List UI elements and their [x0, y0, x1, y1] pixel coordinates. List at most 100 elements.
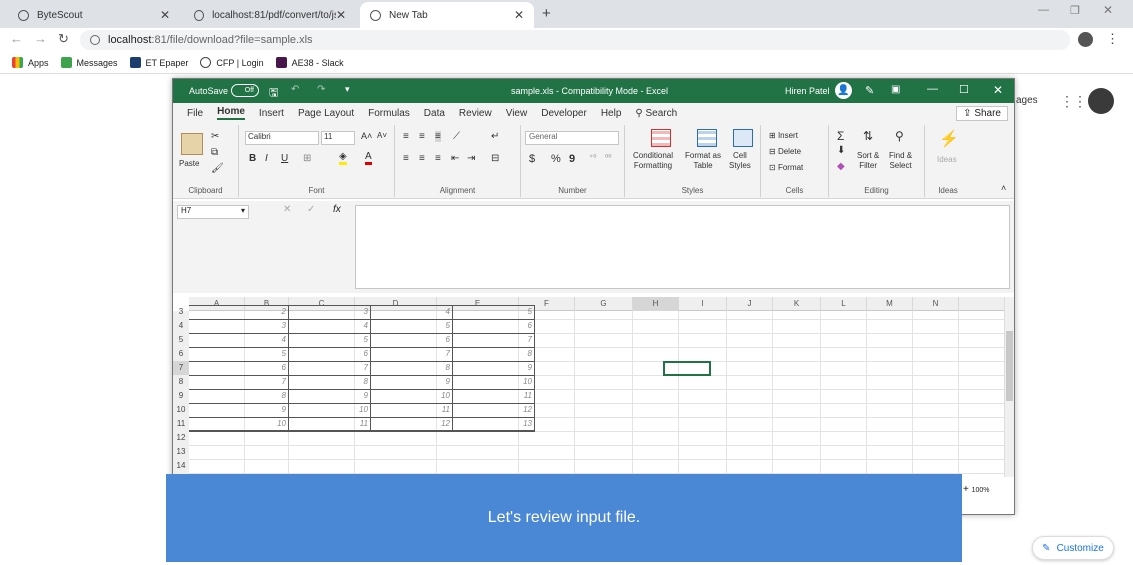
zoom-level[interactable]: + 100%	[963, 483, 990, 495]
copy-icon[interactable]: ⧉	[211, 147, 218, 158]
increase-indent-icon[interactable]: ⇥	[467, 153, 475, 164]
align-top-icon[interactable]: ≡	[403, 131, 409, 142]
align-right-icon[interactable]: ≡	[435, 153, 441, 164]
fill-icon[interactable]: ⬇	[837, 145, 845, 156]
data-cell[interactable]: 10	[209, 417, 289, 431]
row-header[interactable]: 3	[173, 305, 189, 319]
cell-styles-icon[interactable]	[733, 129, 753, 147]
find-select-icon[interactable]: ⚲	[895, 129, 904, 143]
share-button[interactable]: ⇪ Share	[956, 105, 1008, 121]
insert-function-button[interactable]: fx	[333, 204, 341, 215]
bold-icon[interactable]: B	[249, 153, 256, 164]
vertical-scrollbar[interactable]	[1004, 297, 1014, 477]
data-cell[interactable]: 8	[289, 375, 371, 389]
tab-review[interactable]: Review	[459, 108, 492, 119]
data-cell[interactable]: 13	[453, 417, 535, 431]
pen-icon[interactable]: ✎	[865, 84, 874, 97]
row-header[interactable]: 7	[173, 361, 189, 375]
data-cell[interactable]: 10	[453, 375, 535, 389]
data-cell[interactable]: 10	[289, 403, 371, 417]
bookmark-cfp-login[interactable]: CFP | Login	[200, 57, 264, 68]
column-header[interactable]: H	[633, 297, 679, 311]
wrap-text-icon[interactable]: ↵	[491, 131, 499, 142]
minimize-icon[interactable]: —	[1038, 4, 1049, 16]
row-header[interactable]: 6	[173, 347, 189, 361]
align-center-icon[interactable]: ≡	[419, 153, 425, 164]
currency-icon[interactable]: $	[529, 153, 535, 165]
data-cell[interactable]: 7	[453, 333, 535, 347]
comma-icon[interactable]: 9	[569, 153, 575, 165]
ideas-button[interactable]: Ideas	[937, 155, 957, 164]
zoom-in-icon[interactable]: +	[963, 484, 972, 495]
close-tab-icon[interactable]: ✕	[514, 8, 524, 22]
data-cell[interactable]: 8	[453, 347, 535, 361]
data-cell[interactable]: 4	[371, 305, 453, 319]
excel-close-icon[interactable]: ✕	[993, 83, 1003, 97]
delete-cells-button[interactable]: ⊟ Delete	[769, 147, 801, 156]
collapse-ribbon-icon[interactable]: ˄	[1001, 183, 1006, 193]
tab-bytescout[interactable]: ByteScout ✕	[8, 2, 180, 28]
tab-help[interactable]: Help	[601, 108, 622, 119]
data-cell[interactable]: 9	[209, 403, 289, 417]
italic-icon[interactable]: I	[265, 153, 268, 164]
data-cell[interactable]: 5	[209, 347, 289, 361]
ribbon-display-icon[interactable]: ▣	[891, 84, 900, 95]
column-header[interactable]: L	[821, 297, 867, 311]
align-bottom-icon[interactable]: ≡	[435, 131, 441, 142]
more-menu-icon[interactable]: ⋮	[1106, 31, 1119, 47]
column-header[interactable]: K	[773, 297, 821, 311]
bookmark-apps[interactable]: Apps	[12, 57, 49, 68]
data-cell[interactable]: 6	[371, 333, 453, 347]
data-cell[interactable]: 7	[209, 375, 289, 389]
tab-developer[interactable]: Developer	[541, 108, 587, 119]
decrease-indent-icon[interactable]: ⇤	[451, 153, 459, 164]
data-cell[interactable]: 6	[289, 347, 371, 361]
data-cell[interactable]: 8	[371, 361, 453, 375]
enter-icon[interactable]: ✓	[307, 204, 315, 215]
row-header[interactable]: 4	[173, 319, 189, 333]
insert-cells-button[interactable]: ⊞ Insert	[769, 131, 798, 140]
column-header[interactable]: G	[575, 297, 633, 311]
save-icon[interactable]: 🖫	[269, 84, 278, 103]
forward-icon[interactable]: →	[34, 31, 47, 46]
data-cell[interactable]: 4	[209, 333, 289, 347]
bookmark-slack[interactable]: AE38 - Slack	[275, 57, 344, 68]
search-box[interactable]: ⚲ Search	[635, 108, 677, 119]
worksheet-grid[interactable]: ABCDEFGHIJKLMN 3 4 5 6 7 8 9 10 11 12 13 14 2345345…	[173, 297, 1014, 477]
align-left-icon[interactable]: ≡	[403, 153, 409, 164]
data-cell[interactable]: 7	[371, 347, 453, 361]
new-tab-icon[interactable]: +	[542, 5, 551, 22]
close-window-icon[interactable]: ✕	[1103, 3, 1113, 17]
tab-convert[interactable]: localhost:81/pdf/convert/to/json ✕	[184, 2, 356, 28]
decrease-font-icon[interactable]: A˅	[377, 131, 387, 140]
format-as-table-icon[interactable]	[697, 129, 717, 147]
row-header[interactable]: 10	[173, 403, 189, 417]
row-header[interactable]: 12	[173, 431, 189, 445]
data-cell[interactable]: 2	[209, 305, 289, 319]
data-cell[interactable]: 8	[209, 389, 289, 403]
number-format-select[interactable]: General	[525, 131, 619, 145]
row-header[interactable]: 11	[173, 417, 189, 431]
orientation-icon[interactable]: ⟋	[453, 131, 460, 142]
row-header[interactable]: 13	[173, 445, 189, 459]
customize-qat-icon[interactable]: ▾	[345, 84, 350, 95]
close-tab-icon[interactable]: ✕	[336, 8, 346, 22]
data-cell[interactable]: 5	[453, 305, 535, 319]
data-cell[interactable]: 6	[209, 361, 289, 375]
autosave-toggle[interactable]: Off	[231, 84, 259, 97]
data-cell[interactable]: 3	[289, 305, 371, 319]
data-cell[interactable]: 3	[209, 319, 289, 333]
conditional-formatting-icon[interactable]	[651, 129, 671, 147]
column-header[interactable]: N	[913, 297, 959, 311]
fill-color-icon[interactable]: ◈	[339, 151, 347, 165]
clear-icon[interactable]: ◆	[837, 161, 845, 172]
data-cell[interactable]: 6	[453, 319, 535, 333]
sort-filter-button[interactable]: Sort & Filter	[857, 151, 879, 171]
restore-icon[interactable]: ❐	[1070, 4, 1080, 17]
row-header[interactable]: 9	[173, 389, 189, 403]
increase-decimal-icon[interactable]: ⁺⁰	[589, 153, 596, 162]
decrease-decimal-icon[interactable]: ⁰⁰	[605, 153, 611, 162]
font-name-select[interactable]: Calibri	[245, 131, 319, 145]
excel-minimize-icon[interactable]: —	[927, 83, 938, 95]
font-color-icon[interactable]: A	[365, 151, 372, 165]
